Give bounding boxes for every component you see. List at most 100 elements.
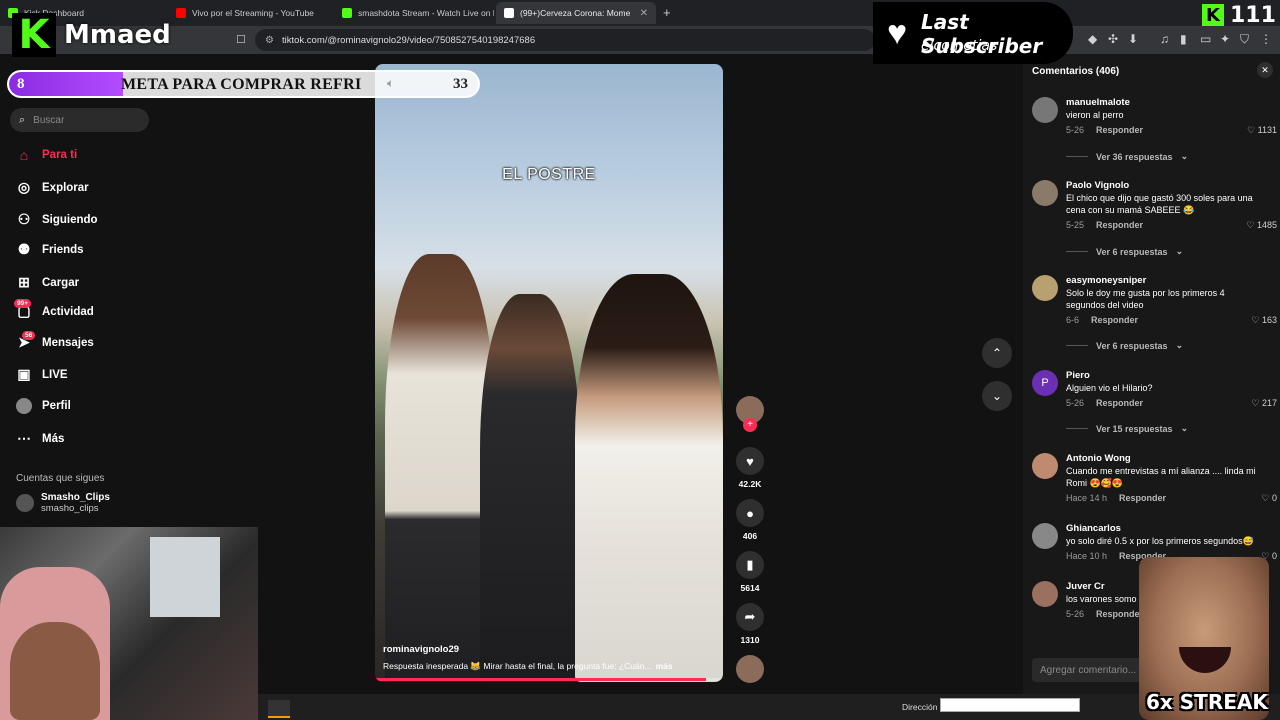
following-section-title: Cuentas que sigues	[16, 473, 105, 484]
compass-icon: ◎	[17, 179, 31, 195]
creator-avatar-button[interactable]: +	[735, 396, 765, 432]
extension-icon[interactable]: ◆	[1088, 32, 1097, 46]
close-icon[interactable]: ✕	[1257, 62, 1273, 78]
previous-video-button[interactable]: ⌃	[982, 338, 1012, 368]
video-username[interactable]: rominavignolo29	[383, 644, 459, 655]
last-subscriber-widget: ♥ Last Subscriber elcometias	[873, 2, 1073, 64]
menu-icon[interactable]: ⋮	[1260, 32, 1272, 46]
chevron-down-icon: ⌄	[1175, 246, 1184, 256]
reply-button[interactable]: Responder	[1096, 398, 1143, 408]
browser-tab[interactable]: smashdota Stream - Watch Live on K	[334, 2, 494, 24]
next-video-button[interactable]: ⌄	[982, 381, 1012, 411]
comment-item: easymoneysniper Solo le doy me gusta por…	[1032, 275, 1277, 355]
user-follow-icon: ⚇	[17, 211, 31, 227]
comment-like-button[interactable]: ♡ 1485	[1246, 220, 1277, 231]
comments-title: Comentarios (406)	[1032, 66, 1120, 77]
music-icon[interactable]: ♫	[1160, 32, 1169, 46]
address-toolbar-input[interactable]	[940, 698, 1080, 712]
avatar[interactable]	[1032, 275, 1058, 301]
avatar[interactable]: P	[1032, 370, 1058, 396]
browser-tab-active[interactable]: (99+)Cerveza Corona: Mome ✕	[496, 2, 656, 24]
follow-plus-icon[interactable]: +	[743, 418, 757, 432]
heart-icon: ♥	[887, 14, 908, 52]
comment-like-button[interactable]: ♡ 0	[1261, 493, 1277, 504]
person-middle	[480, 294, 580, 682]
comment-button[interactable]: ● 406	[735, 499, 765, 541]
streamer-webcam	[0, 527, 258, 720]
view-replies-button[interactable]: Ver 6 respuestas ⌄	[1066, 246, 1183, 257]
chevron-down-icon: ⌄	[1175, 340, 1184, 350]
chevron-down-icon: ⌄	[1180, 151, 1189, 161]
sidebar-item-siguiendo[interactable]: ⚇ Siguiendo	[16, 211, 98, 228]
view-replies-button[interactable]: Ver 15 respuestas ⌄	[1066, 423, 1188, 434]
background-window	[150, 537, 220, 617]
sidebar-item-perfil[interactable]: Perfil	[16, 398, 71, 414]
more-icon: ⋯	[17, 430, 31, 446]
view-replies-button[interactable]: Ver 6 respuestas ⌄	[1066, 340, 1183, 351]
reply-button[interactable]: Responder	[1091, 315, 1138, 325]
video-progress-bar[interactable]	[375, 678, 723, 681]
person-left	[385, 254, 495, 682]
share-icon: ➦	[736, 603, 764, 631]
video-player[interactable]: EL POSTRE rominavignolo29 Respuesta ines…	[375, 64, 723, 682]
comment-like-button[interactable]: ♡ 1131	[1247, 125, 1277, 136]
streamer-logo: K Mmaed	[12, 10, 184, 60]
heart-icon: ♡	[1251, 315, 1260, 325]
avatar[interactable]	[1032, 523, 1058, 549]
sidebar-item-para-ti[interactable]: ⌂ Para ti	[16, 147, 77, 163]
sidebar-icon[interactable]: ▮	[1180, 32, 1187, 46]
reply-button[interactable]: Responder	[1096, 609, 1143, 619]
avatar[interactable]	[1032, 97, 1058, 123]
reply-button[interactable]: Responder	[1119, 493, 1166, 503]
reply-button[interactable]: Responder	[1096, 125, 1143, 135]
avatar[interactable]	[1032, 453, 1058, 479]
save-button[interactable]: ▮ 5614	[735, 551, 765, 593]
like-button[interactable]: ♥ 42.2K	[735, 447, 765, 489]
sidebar-item-cargar[interactable]: ⊞ Cargar	[16, 274, 79, 291]
kick-icon	[342, 8, 352, 18]
search-input[interactable]: ⌕ Buscar	[10, 108, 149, 132]
avatar[interactable]	[1032, 180, 1058, 206]
browser-tab[interactable]: Vivo por el Streaming - YouTube	[168, 2, 334, 24]
sidebar-item-explorar[interactable]: ◎ Explorar	[16, 179, 89, 196]
sidebar-item-live[interactable]: ▣ LIVE	[16, 366, 67, 383]
view-replies-button[interactable]: Ver 36 respuestas ⌄	[1066, 151, 1188, 162]
friends-icon: ⚉	[17, 241, 31, 257]
sound-disc-button[interactable]	[735, 655, 765, 683]
wallet-icon[interactable]: ▭	[1200, 32, 1211, 46]
browser-tab-bar: Kick Dashboard Vivo por el Streaming - Y…	[0, 0, 1280, 26]
site-info-icon[interactable]: ⚙	[265, 35, 274, 46]
shield-icon[interactable]: ⛉	[1240, 32, 1249, 47]
messages-badge: 56	[22, 331, 36, 340]
url-field[interactable]: ⚙ tiktok.com/@rominavignolo29/video/7508…	[255, 29, 875, 51]
sparkle-icon[interactable]: ✦	[1220, 32, 1230, 46]
chevron-up-icon: ⌃	[991, 346, 1003, 360]
avatar	[16, 494, 34, 512]
live-icon: ▣	[17, 366, 31, 382]
share-button[interactable]: ➦ 1310	[735, 603, 765, 645]
bookmark-icon[interactable]: ☐	[236, 33, 246, 46]
sidebar-item-mas[interactable]: ⋯ Más	[16, 430, 64, 447]
search-icon: ⌕	[19, 113, 26, 126]
comment-like-button[interactable]: ♡ 163	[1251, 315, 1277, 326]
avatar[interactable]	[1032, 581, 1058, 607]
viewer-count: K 111	[1202, 3, 1276, 28]
more-link[interactable]: más	[656, 661, 673, 672]
upload-icon: ⊞	[18, 274, 30, 290]
comment-like-button[interactable]: ♡ 217	[1251, 398, 1277, 409]
kick-logo-icon: K	[1202, 4, 1224, 26]
donation-goal-bar: 8 META PARA COMPRAR REFRI 🔈︎ 33	[7, 70, 480, 98]
new-tab-button[interactable]: +	[663, 5, 671, 20]
close-tab-icon[interactable]: ✕	[640, 8, 648, 19]
kick-logo-icon: K	[12, 12, 56, 58]
reply-button[interactable]: Responder	[1096, 220, 1143, 230]
download-icon[interactable]: ⬇	[1128, 32, 1138, 46]
sidebar-item-friends[interactable]: ⚉ Friends	[16, 241, 84, 258]
heart-icon: ♡	[1261, 493, 1270, 503]
heart-icon: ♡	[1246, 220, 1255, 230]
address-label: Dirección	[902, 702, 938, 712]
puzzle-icon[interactable]: ✣	[1108, 32, 1118, 46]
obs-icon[interactable]	[268, 700, 290, 718]
browser-address-bar: ☐ ⚙ tiktok.com/@rominavignolo29/video/75…	[0, 26, 1280, 54]
following-account[interactable]: Smasho_Clips smasho_clips	[16, 492, 110, 514]
